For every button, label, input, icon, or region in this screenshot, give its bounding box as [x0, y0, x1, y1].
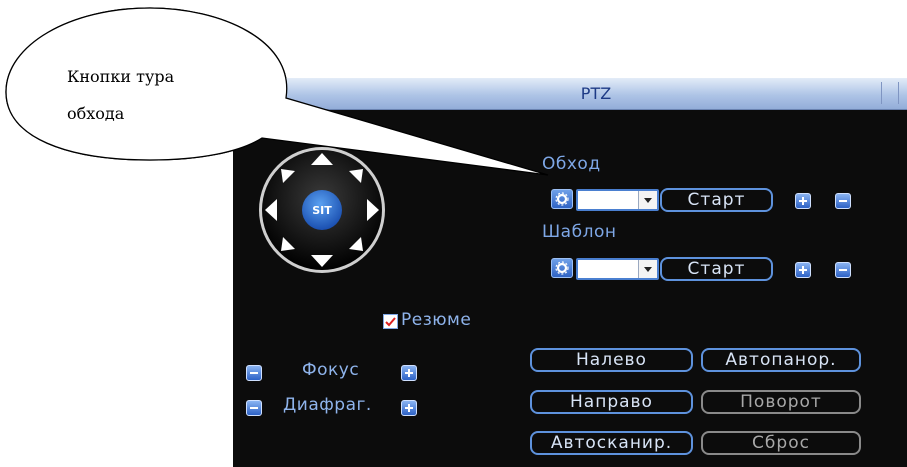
tour-remove-button[interactable]	[835, 193, 851, 209]
tour-select[interactable]	[576, 189, 659, 211]
pattern-select[interactable]	[576, 258, 659, 280]
rotate-button[interactable]: Поворот	[701, 390, 861, 414]
gear-icon	[555, 192, 569, 206]
tour-settings-button[interactable]	[551, 189, 573, 209]
callout-text-overlay: Кнопки тура обхода	[67, 58, 247, 132]
resume-label: Резюме	[401, 310, 472, 330]
pattern-start-button[interactable]: Старт	[660, 257, 773, 281]
focus-label: Фокус	[302, 360, 360, 380]
joystick-center-label: SIT	[312, 204, 332, 217]
chevron-down-icon	[638, 191, 657, 209]
pattern-label: Шаблон	[542, 222, 617, 242]
title-bar: PTZ	[285, 78, 907, 110]
checkmark-icon	[385, 317, 396, 327]
focus-plus-button[interactable]	[401, 365, 417, 381]
resume-checkbox[interactable]	[383, 314, 398, 329]
pattern-remove-button[interactable]	[835, 262, 851, 278]
iris-plus-button[interactable]	[401, 400, 417, 416]
title-bar-endcap	[881, 82, 899, 104]
right-button[interactable]: Направо	[530, 390, 693, 414]
window-title: PTZ	[580, 84, 612, 103]
autoscan-button[interactable]: Автосканир.	[530, 431, 693, 455]
gear-icon	[555, 261, 569, 275]
iris-label: Диафраг.	[283, 395, 372, 415]
callout-line-2-overlay: обхода	[67, 104, 125, 123]
reset-button[interactable]: Сброс	[701, 431, 861, 455]
tour-start-button[interactable]: Старт	[660, 188, 773, 212]
chevron-down-icon	[638, 260, 657, 278]
autopan-button[interactable]: Автопанор.	[701, 348, 861, 372]
left-button[interactable]: Налево	[530, 348, 693, 372]
pattern-add-button[interactable]	[795, 262, 811, 278]
pattern-settings-button[interactable]	[551, 258, 573, 278]
tour-add-button[interactable]	[795, 193, 811, 209]
iris-minus-button[interactable]	[246, 400, 262, 416]
focus-minus-button[interactable]	[246, 365, 262, 381]
tour-label: Обход	[542, 154, 601, 174]
callout-line-1-overlay: Кнопки тура	[67, 67, 175, 86]
ptz-joystick[interactable]: SIT	[257, 145, 397, 285]
